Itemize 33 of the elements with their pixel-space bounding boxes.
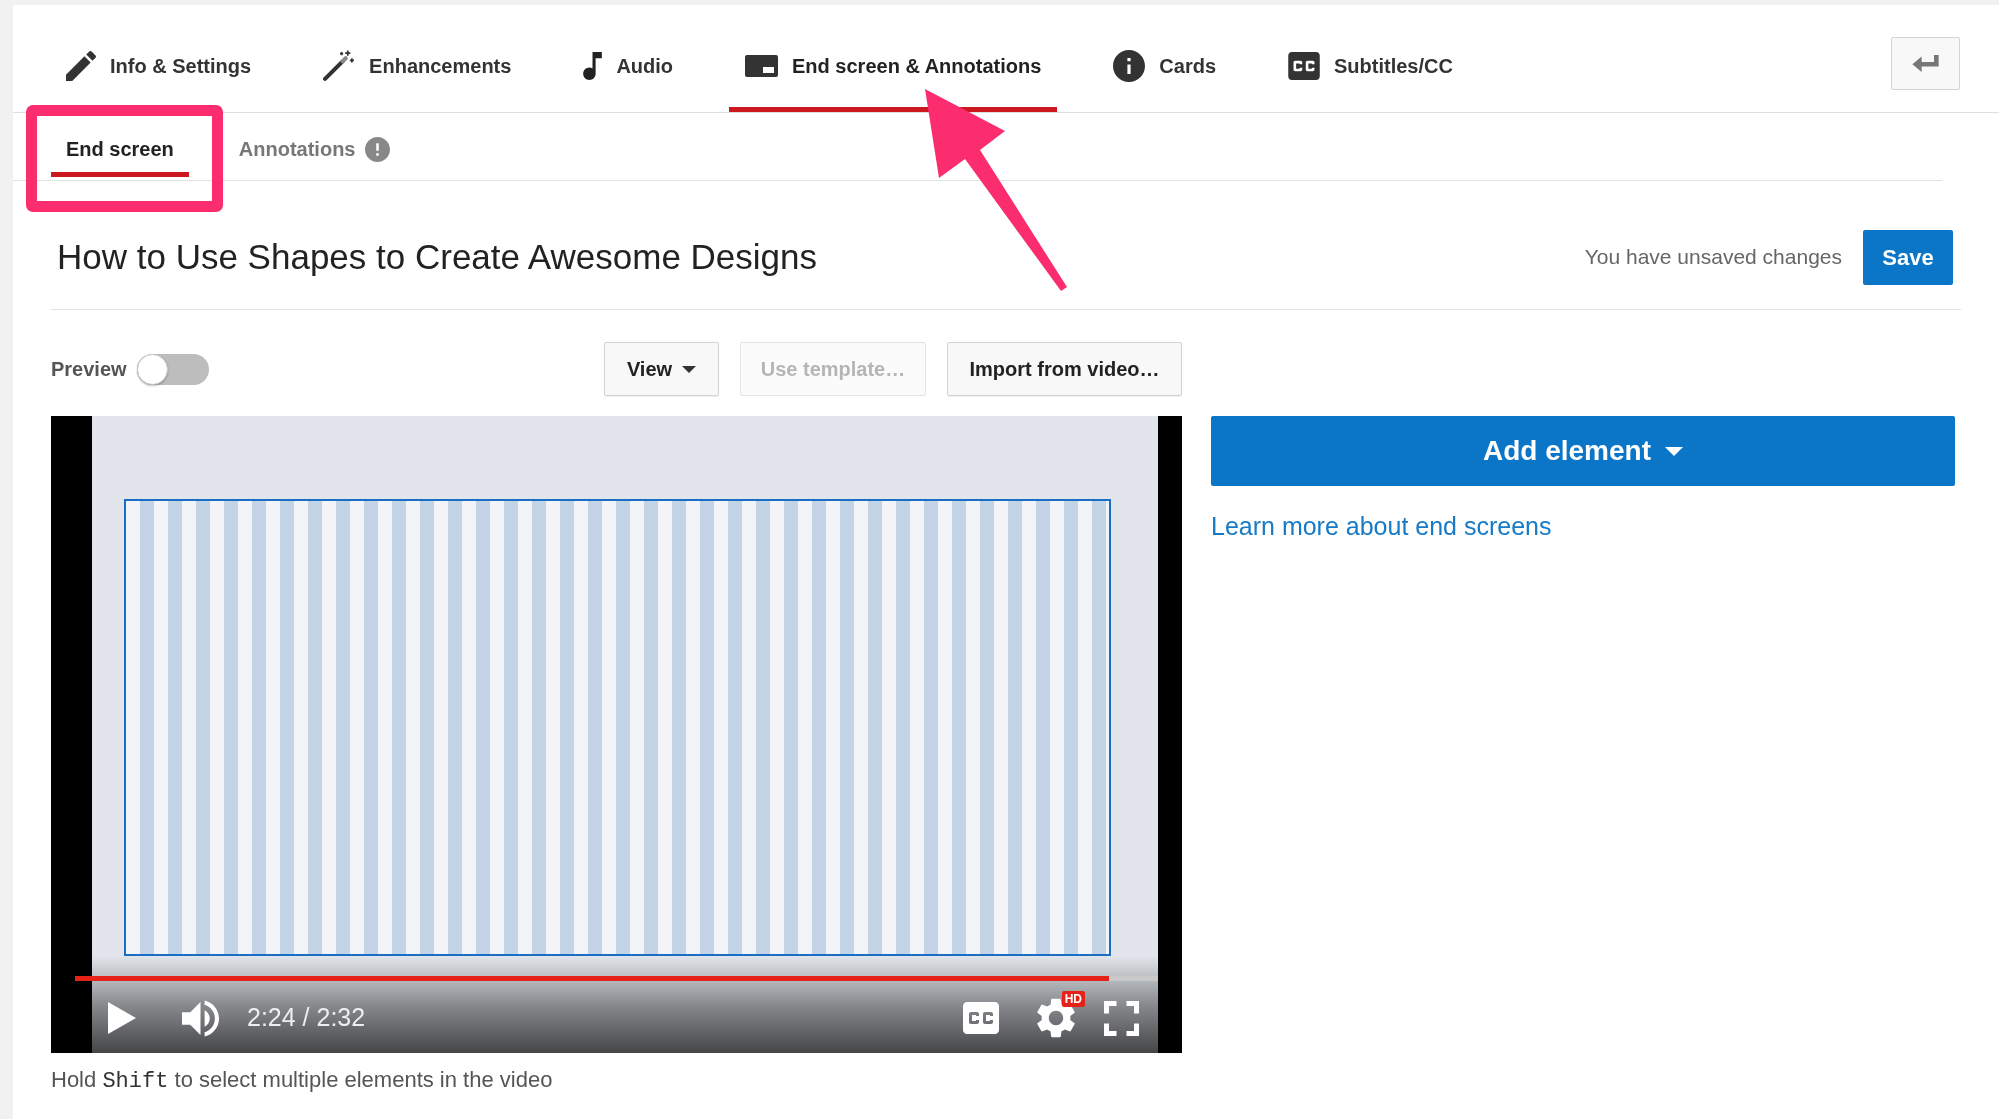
view-dropdown[interactable]: View (604, 342, 719, 396)
cc-icon (1288, 52, 1321, 80)
save-button[interactable]: Save (1863, 229, 1953, 285)
subtab[interactable]: Annotations (223, 113, 406, 177)
cc-icon[interactable] (963, 1002, 999, 1034)
tab[interactable]: Cards (1097, 5, 1233, 112)
caret-icon (682, 365, 697, 373)
learn-more-link[interactable]: Learn more about end screens (1211, 508, 1552, 546)
caret-icon (1665, 446, 1683, 456)
video-title: How to Use Shapes to Create Awesome Designs (56, 235, 818, 278)
add-element-button[interactable]: Add element (1211, 416, 1955, 486)
music-note-icon (583, 52, 603, 80)
play-icon[interactable] (108, 1002, 136, 1034)
pencil-icon (66, 51, 96, 81)
subtab[interactable]: End screen (51, 113, 189, 177)
fullscreen-icon[interactable] (1104, 1000, 1139, 1036)
return-arrow-icon (1912, 55, 1939, 72)
tab[interactable]: Subtitles/CC (1272, 5, 1469, 112)
quality-badge: HD (1061, 991, 1085, 1007)
back-button[interactable] (1891, 37, 1960, 90)
hint-text: Hold Shift to select multiple elements in the video (51, 1066, 554, 1096)
preview-toggle[interactable] (136, 353, 209, 385)
end-screen-icon (745, 55, 779, 77)
info-icon (1113, 50, 1146, 82)
tab[interactable]: Audio (567, 5, 690, 112)
unsaved-status: You have unsaved changes (1584, 244, 1842, 271)
volume-icon[interactable] (182, 999, 219, 1037)
magic-wand-icon (323, 50, 356, 82)
playback-time: 2:24 / 2:32 (247, 1002, 366, 1034)
preview-label: Preview (51, 357, 127, 382)
toolbar-button[interactable]: Import from video… (947, 342, 1182, 396)
tab[interactable]: Enhancements (307, 5, 528, 112)
tab[interactable]: Info & Settings (50, 5, 268, 112)
